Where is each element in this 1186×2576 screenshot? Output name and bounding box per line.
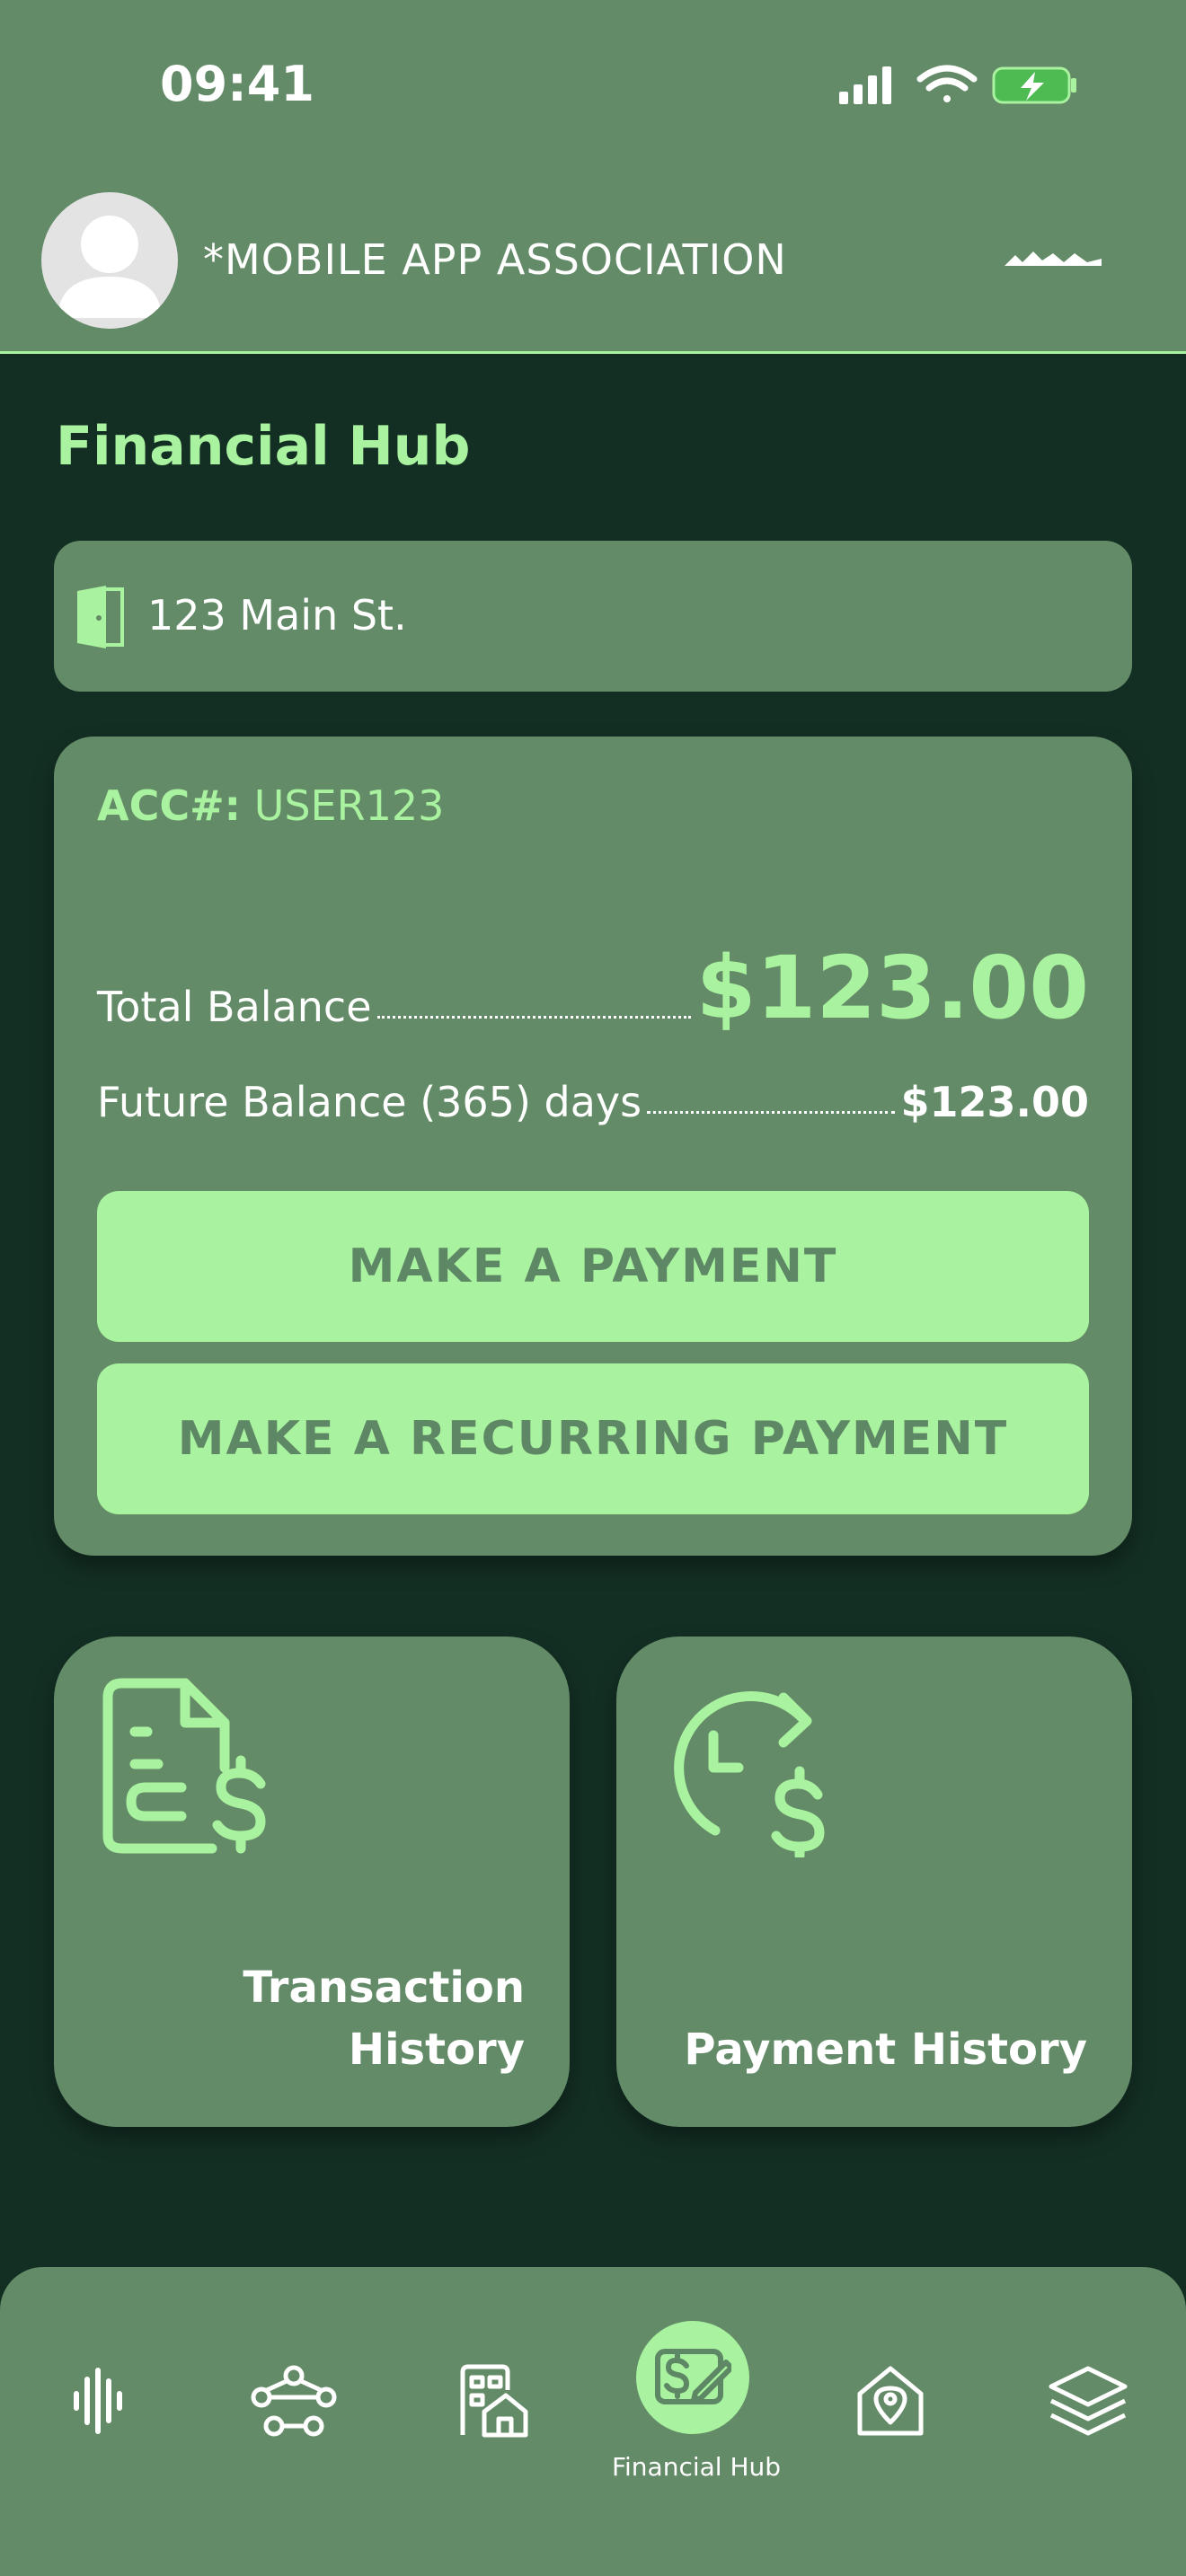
transaction-history-icon (95, 1678, 275, 1861)
avatar[interactable] (41, 192, 178, 329)
bottom-nav (0, 2267, 1186, 2576)
door-icon (74, 584, 128, 654)
signal-icon (839, 66, 891, 104)
tile-label-line: Transaction (243, 1962, 525, 2013)
total-balance-amount: $123.00 (695, 938, 1089, 1038)
make-recurring-payment-button[interactable]: MAKE A RECURRING PAYMENT (97, 1363, 1089, 1514)
account-value: USER123 (253, 781, 445, 830)
payment-history-label: Payment History (684, 2025, 1087, 2076)
battery-charging-icon (992, 66, 1076, 104)
network-icon (251, 2365, 337, 2437)
audio-wave-icon (74, 2368, 122, 2434)
location-home-icon (857, 2366, 924, 2436)
buildings-icon (460, 2364, 528, 2438)
total-balance-row: Total Balance $123.00 (97, 945, 1089, 1031)
tile-label-line: History (348, 2025, 525, 2076)
dotted-leader (376, 1016, 691, 1019)
make-payment-button[interactable]: MAKE A PAYMENT (97, 1191, 1089, 1342)
future-balance-label: Future Balance (365) days (97, 1078, 642, 1126)
account-card: ACC#: USER123 Total Balance $123.00 Futu… (54, 737, 1132, 1556)
layers-icon (1049, 2366, 1128, 2436)
org-name: *MOBILE APP ASSOCIATION (203, 235, 787, 284)
nav-network[interactable] (235, 2342, 352, 2459)
payment-history-icon (658, 1678, 837, 1861)
nav-active-label: Financial Hub (611, 2452, 782, 2482)
payment-history-tile[interactable]: Payment History (616, 1636, 1132, 2127)
address-text: 123 Main St. (147, 591, 407, 640)
nav-financial-hub[interactable] (636, 2321, 749, 2434)
status-icons (837, 63, 1080, 108)
account-number: ACC#: USER123 (97, 781, 444, 830)
future-balance-amount: $123.00 (900, 1078, 1089, 1126)
nav-buildings[interactable] (435, 2342, 552, 2459)
avatar-icon (58, 216, 162, 318)
future-balance-row: Future Balance (365) days $123.00 (97, 1078, 1089, 1126)
wifi-icon (916, 65, 978, 102)
total-balance-label: Total Balance (97, 983, 372, 1031)
transaction-history-label: Transaction History (243, 1957, 525, 2082)
nav-audio[interactable] (40, 2342, 156, 2459)
status-time: 09:41 (160, 56, 314, 112)
account-label: ACC#: (97, 781, 242, 830)
financial-hub-icon (655, 2349, 731, 2404)
page-title: Financial Hub (56, 415, 471, 478)
transaction-history-tile[interactable]: Transaction History (54, 1636, 570, 2127)
app-header: 09:41 *MOBILE APP ASSOCIATION (0, 0, 1186, 354)
nav-location[interactable] (832, 2342, 949, 2459)
logo-mark[interactable] (1003, 246, 1103, 277)
dotted-leader (647, 1111, 896, 1114)
nav-layers[interactable] (1030, 2342, 1146, 2459)
address-card[interactable]: 123 Main St. (54, 541, 1132, 692)
